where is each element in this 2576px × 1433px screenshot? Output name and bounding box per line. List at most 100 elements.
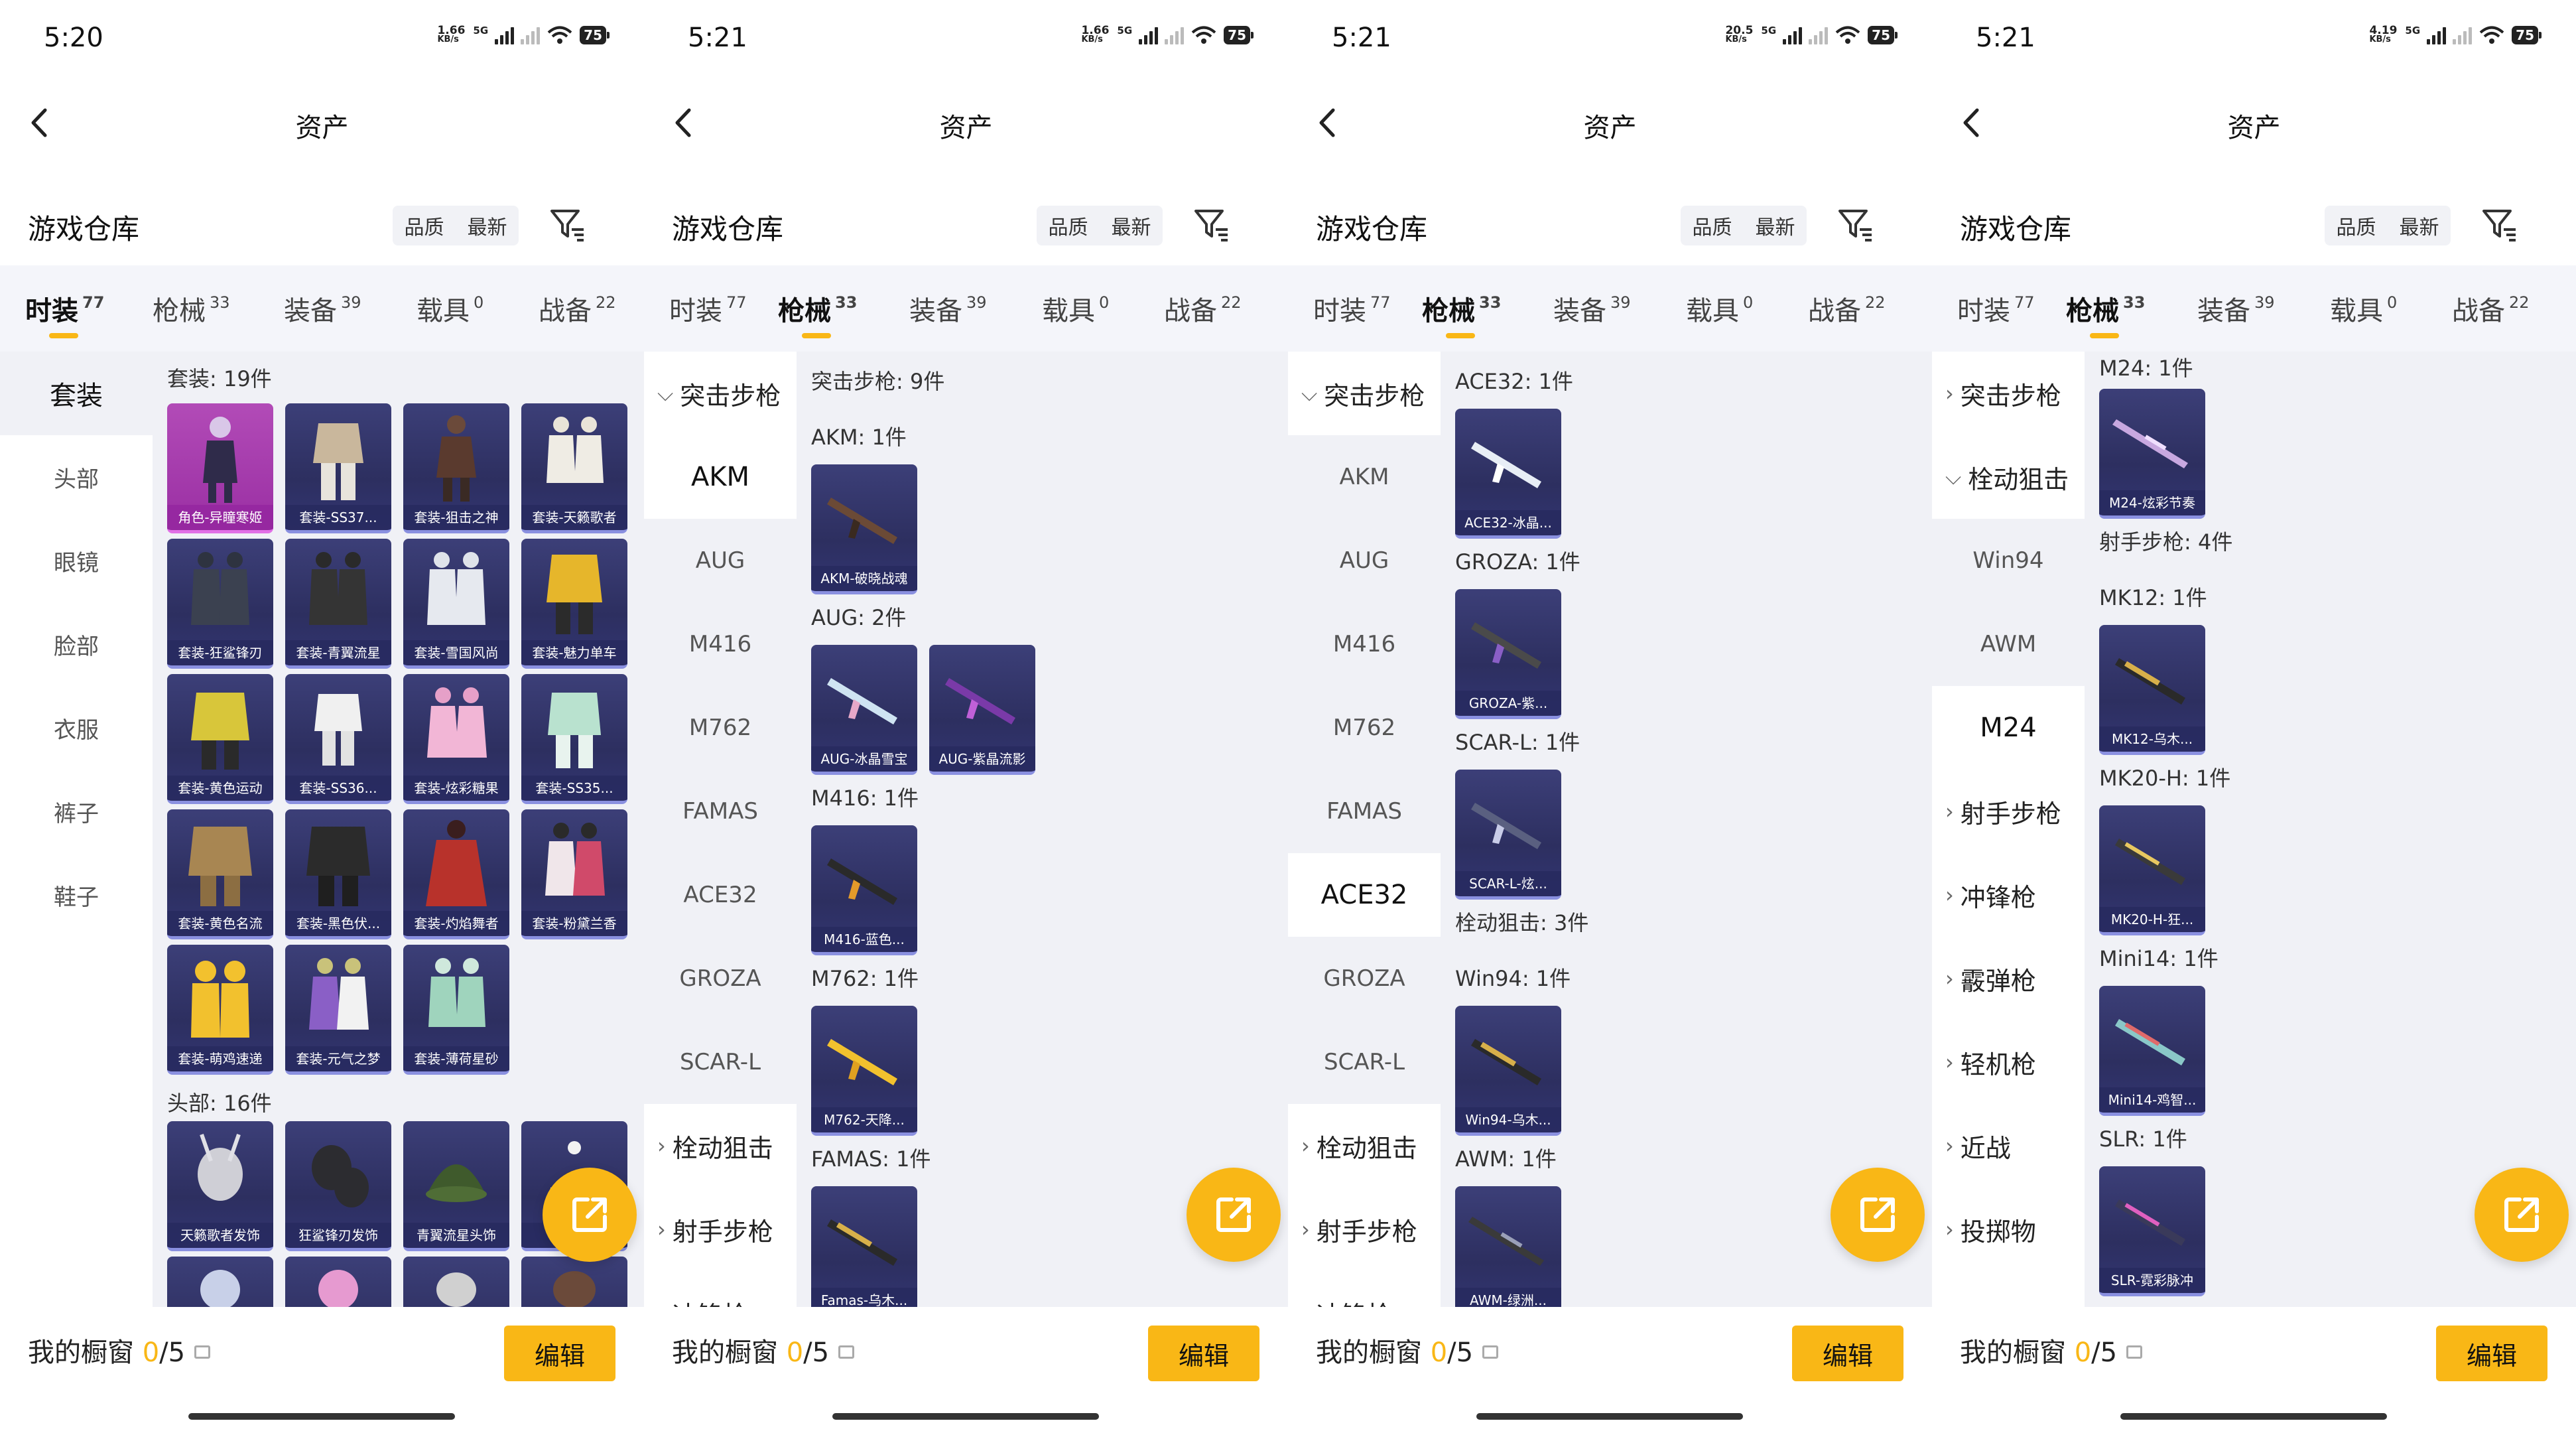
tab-supplies[interactable]: 战备 22: [1808, 289, 1886, 328]
tab-fashion[interactable]: 时装 77: [1957, 289, 2035, 328]
sidebar-item-shoes[interactable]: 鞋子: [0, 853, 153, 937]
sidebar-group-marksman[interactable]: › 射手步枪: [1932, 770, 2085, 853]
sidebar-item-outfit[interactable]: 套装: [0, 352, 153, 435]
edit-button[interactable]: 编辑: [1792, 1326, 1903, 1381]
sidebar-item-scar-l[interactable]: SCAR-L: [644, 1020, 797, 1104]
tab-vehicles[interactable]: 载具 0: [417, 289, 483, 328]
item-card[interactable]: 套装-雪国风尚: [403, 539, 509, 669]
tab-guns[interactable]: 枪械 33: [2066, 289, 2145, 338]
sidebar-item-glasses[interactable]: 眼镜: [0, 519, 153, 602]
item-card[interactable]: 套装-天籁歌者: [521, 403, 627, 533]
item-card[interactable]: Mini14-鸡智...: [2099, 986, 2205, 1116]
item-card[interactable]: 套装-魅力单车: [521, 539, 627, 669]
sort-toggle[interactable]: 品质 最新: [2325, 206, 2451, 245]
item-card[interactable]: 套装-薄荷星砂: [403, 945, 509, 1075]
sidebar-group-bolt-sniper[interactable]: › 栓动狙击: [1288, 1104, 1441, 1188]
sidebar-item-aug[interactable]: AUG: [644, 519, 797, 602]
sidebar-item-win94[interactable]: Win94: [1932, 519, 2085, 602]
item-card[interactable]: ACE32-冰晶...: [1455, 409, 1561, 539]
item-card[interactable]: SCAR-L-炫...: [1455, 770, 1561, 900]
sort-toggle[interactable]: 品质 最新: [393, 206, 519, 245]
tab-fashion[interactable]: 时装 77: [669, 289, 747, 328]
sort-quality[interactable]: 品质: [405, 211, 444, 240]
sidebar-group-shotgun[interactable]: › 霰弹枪: [1932, 937, 2085, 1020]
item-card[interactable]: 套装-灼焰舞者: [403, 809, 509, 939]
item-card[interactable]: 套装-黄色名流: [167, 809, 273, 939]
sort-toggle[interactable]: 品质 最新: [1681, 206, 1807, 245]
sidebar-item-m762[interactable]: M762: [644, 686, 797, 770]
tab-guns[interactable]: 枪械 33: [153, 289, 230, 328]
item-card[interactable]: [167, 1257, 273, 1307]
sidebar-item-scar-l[interactable]: SCAR-L: [1288, 1020, 1441, 1104]
item-card[interactable]: Famas-乌木...: [811, 1186, 917, 1307]
item-card[interactable]: GROZA-紫...: [1455, 589, 1561, 719]
share-fab[interactable]: [543, 1168, 637, 1262]
item-card[interactable]: 套装-粉黛兰香: [521, 809, 627, 939]
sort-quality[interactable]: 品质: [2337, 211, 2376, 240]
sidebar-group-marksman[interactable]: › 射手步枪: [644, 1188, 797, 1271]
item-card[interactable]: 套装-元气之梦: [285, 945, 391, 1075]
item-card[interactable]: 套装-黑色伏...: [285, 809, 391, 939]
sidebar-item-pants[interactable]: 裤子: [0, 770, 153, 853]
item-card[interactable]: AKM-破晓战魂: [811, 464, 917, 594]
tab-equipment[interactable]: 装备 39: [909, 289, 987, 328]
tab-supplies[interactable]: 战备 22: [1164, 289, 1242, 328]
sidebar-item-aug[interactable]: AUG: [1288, 519, 1441, 602]
sidebar-item-head[interactable]: 头部: [0, 435, 153, 519]
home-indicator[interactable]: [2120, 1413, 2387, 1420]
item-card[interactable]: AUG-冰晶雪宝: [811, 645, 917, 775]
item-card[interactable]: MK12-乌木...: [2099, 625, 2205, 755]
sidebar-group-smg[interactable]: ›冲锋枪: [1932, 853, 2085, 937]
item-card[interactable]: 狂鲨锋刃发饰: [285, 1121, 391, 1251]
home-indicator[interactable]: [832, 1413, 1099, 1420]
sidebar-group-lmg[interactable]: › 轻机枪: [1932, 1020, 2085, 1104]
home-indicator[interactable]: [1476, 1413, 1743, 1420]
home-indicator[interactable]: [188, 1413, 455, 1420]
item-card[interactable]: 套装-狙击之神: [403, 403, 509, 533]
sidebar-group-melee[interactable]: › 近战: [1932, 1104, 2085, 1188]
item-card[interactable]: 套装-青翼流星: [285, 539, 391, 669]
item-card[interactable]: 天籁歌者发饰: [167, 1121, 273, 1251]
item-card[interactable]: 套装-黄色运动: [167, 674, 273, 804]
item-card[interactable]: AWM-绿洲...: [1455, 1186, 1561, 1307]
tab-vehicles[interactable]: 载具 0: [1686, 289, 1753, 328]
tab-fashion[interactable]: 时装 77: [25, 289, 104, 338]
sidebar-item-groza[interactable]: GROZA: [1288, 937, 1441, 1020]
tab-guns[interactable]: 枪械 33: [778, 289, 857, 338]
sidebar-group-assault-rifle[interactable]: ⌵ 突击步枪: [644, 352, 797, 435]
sidebar-group-bolt-sniper[interactable]: ⌵ 栓动狙击: [1932, 435, 2085, 519]
sidebar-item-akm[interactable]: AKM: [1288, 435, 1441, 519]
sidebar-item-m416[interactable]: M416: [644, 602, 797, 686]
filter-icon[interactable]: [2480, 204, 2520, 244]
item-card[interactable]: M762-天降...: [811, 1006, 917, 1136]
tab-guns[interactable]: 枪械 33: [1422, 289, 1501, 338]
sort-quality[interactable]: 品质: [1693, 211, 1732, 240]
item-card[interactable]: 套装-SS36...: [285, 674, 391, 804]
tab-equipment[interactable]: 装备 39: [284, 289, 361, 328]
sidebar-group-bolt-sniper[interactable]: › 栓动狙击: [644, 1104, 797, 1188]
share-fab[interactable]: [2475, 1168, 2569, 1262]
edit-button[interactable]: 编辑: [504, 1326, 615, 1381]
sidebar-item-m24[interactable]: M24: [1932, 686, 2085, 770]
item-card[interactable]: MK20-H-狂...: [2099, 805, 2205, 935]
sidebar-item-face[interactable]: 脸部: [0, 602, 153, 686]
share-fab[interactable]: [1187, 1168, 1281, 1262]
sidebar-item-m416[interactable]: M416: [1288, 602, 1441, 686]
item-card[interactable]: M24-炫彩节奏: [2099, 389, 2205, 519]
tab-supplies[interactable]: 战备 22: [2452, 289, 2530, 328]
tab-equipment[interactable]: 装备 39: [2197, 289, 2275, 328]
item-card[interactable]: 套装-SS37...: [285, 403, 391, 533]
sort-quality[interactable]: 品质: [1049, 211, 1088, 240]
sidebar-item-m762[interactable]: M762: [1288, 686, 1441, 770]
sort-latest[interactable]: 最新: [2400, 211, 2439, 240]
sort-latest[interactable]: 最新: [1112, 211, 1151, 240]
item-card[interactable]: [285, 1257, 391, 1307]
tab-supplies[interactable]: 战备 22: [539, 289, 616, 328]
item-card[interactable]: 角色-异瞳寒姬: [167, 403, 273, 533]
tab-fashion[interactable]: 时装 77: [1313, 289, 1391, 328]
share-fab[interactable]: [1831, 1168, 1925, 1262]
tab-vehicles[interactable]: 载具 0: [1042, 289, 1109, 328]
edit-button[interactable]: 编辑: [2436, 1326, 2547, 1381]
sidebar-group-marksman[interactable]: › 射手步枪: [1288, 1188, 1441, 1271]
item-card[interactable]: 套装-炫彩糖果: [403, 674, 509, 804]
